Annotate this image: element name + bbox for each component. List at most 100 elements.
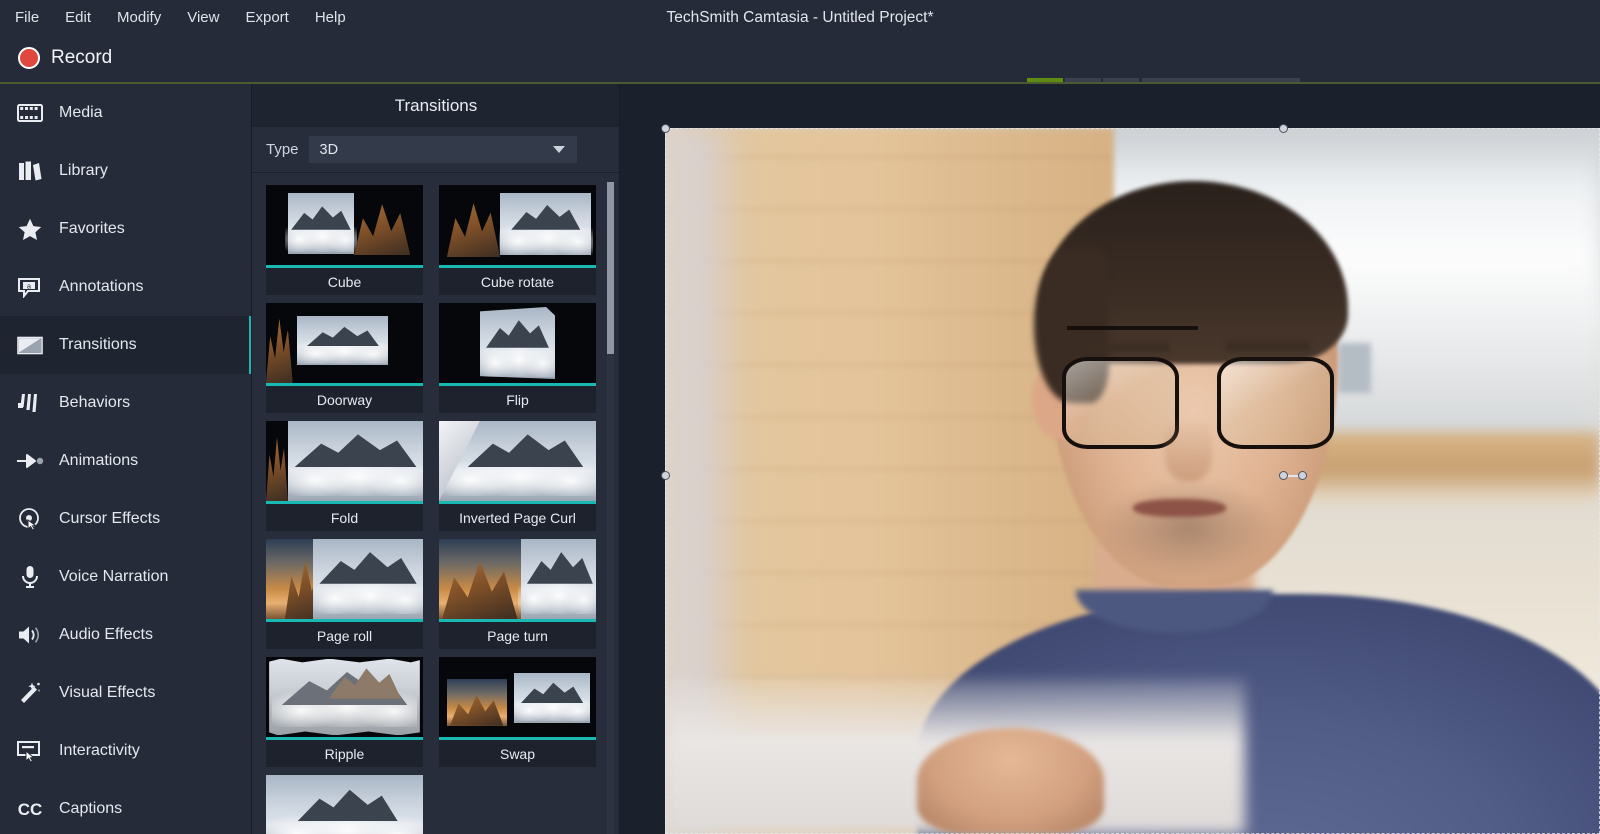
chevron-down-icon [552,146,565,153]
rotation-handle-outer[interactable] [1298,471,1307,480]
resize-handle-top-left[interactable] [661,124,670,133]
transition-thumbnail [266,539,423,619]
transition-thumbnail [266,421,423,501]
transition-tile-swap[interactable]: Swap [439,657,596,767]
sidebar-item-cursor-effects[interactable]: Cursor Effects [0,490,252,548]
sidebar-item-library[interactable]: Library [0,142,252,200]
transitions-scrollbar-thumb[interactable] [607,182,614,354]
transition-tile-flip[interactable]: Flip [439,303,596,413]
transition-thumbnail [266,303,423,383]
type-filter-label: Type [266,141,299,158]
sidebar-item-captions[interactable]: CC Captions [0,780,252,834]
sidebar-item-animations[interactable]: Animations [0,432,252,490]
video-preview[interactable] [665,128,1600,834]
glasses-lens-left [1062,357,1179,450]
magic-wand-icon [10,681,50,705]
transition-label: Cube [266,268,423,295]
transition-tile-cube-rotate[interactable]: Cube rotate [439,185,596,295]
microphone-icon [10,565,50,589]
sidebar-item-transitions[interactable]: Transitions [0,316,252,374]
menu-help[interactable]: Help [304,5,357,30]
books-icon [10,160,50,182]
speaker-icon [10,624,50,646]
menu-file[interactable]: File [4,5,50,30]
transition-label: Flip [439,386,596,413]
eyebrow-left [1085,342,1170,353]
record-circle-icon [18,47,40,69]
transition-label: Page turn [439,622,596,649]
menu-view[interactable]: View [176,5,230,30]
sidebar-item-audio-effects[interactable]: Audio Effects [0,606,252,664]
sidebar-item-behaviors[interactable]: Behaviors [0,374,252,432]
sidebar-item-label: Transitions [59,336,137,353]
sidebar-item-label: Audio Effects [59,626,153,643]
sidebar-item-label: Annotations [59,278,144,295]
cursor-target-icon [10,507,50,531]
sidebar: Media Library Favorites a Annotations Tr… [0,84,252,834]
type-filter-dropdown[interactable]: 3D [308,136,577,163]
menu-export[interactable]: Export [234,5,299,30]
glasses-bridge [1067,325,1198,331]
sidebar-item-label: Library [59,162,108,179]
transition-label: Cube rotate [439,268,596,295]
camtasia-window: TechSmith Camtasia - Untitled Project* F… [0,0,1600,834]
record-button[interactable]: Record [8,41,122,75]
type-filter-value: 3D [319,141,339,158]
transitions-grid-container: Cube Cube rotate Doorway Flip Fold Inver… [252,173,620,834]
transition-tile-page-roll[interactable]: Page roll [266,539,423,649]
sidebar-item-label: Behaviors [59,394,131,411]
interactivity-screen-icon [10,740,50,762]
mouth [1132,498,1226,517]
menu-edit[interactable]: Edit [54,5,102,30]
transition-label: Page roll [266,622,423,649]
transition-tile-fold[interactable]: Fold [266,421,423,531]
transition-thumbnail [439,657,596,737]
transitions-panel: Transitions Type 3D Cube Cube rotate Doo… [252,84,620,834]
sidebar-item-interactivity[interactable]: Interactivity [0,722,252,780]
transitions-grid: Cube Cube rotate Doorway Flip Fold Inver… [266,185,596,834]
preview-canvas[interactable] [620,84,1600,834]
menu-modify[interactable]: Modify [106,5,172,30]
transition-tile-cube[interactable]: Cube [266,185,423,295]
transition-thumbnail [266,775,423,834]
panel-header: Transitions [252,84,620,127]
transition-label: Inverted Page Curl [439,504,596,531]
sidebar-item-annotations[interactable]: a Annotations [0,258,252,316]
menu-item-list: File Edit Modify View Export Help [0,0,357,35]
resize-handle-middle-left[interactable] [661,471,670,480]
sidebar-item-voice-narration[interactable]: Voice Narration [0,548,252,606]
rotation-handle-inner[interactable] [1279,471,1288,480]
sidebar-item-label: Voice Narration [59,568,169,585]
sidebar-item-media[interactable]: Media [0,84,252,142]
transition-tile-doorway[interactable]: Doorway [266,303,423,413]
sidebar-item-favorites[interactable]: Favorites [0,200,252,258]
transition-label: Fold [266,504,423,531]
transition-label: Ripple [266,740,423,767]
svg-text:CC: CC [18,800,43,818]
sidebar-item-visual-effects[interactable]: Visual Effects [0,664,252,722]
transition-tile-ripple[interactable]: Ripple [266,657,423,767]
transitions-scrollbar[interactable] [607,182,614,834]
panel-title: Transitions [394,95,478,115]
transition-tile-inverted-page-curl[interactable]: Inverted Page Curl [439,421,596,531]
arrow-animation-icon [10,453,50,469]
eyebrow-right [1226,341,1311,352]
sidebar-item-label: Favorites [59,220,125,237]
resize-handle-top-center[interactable] [1279,124,1288,133]
film-strip-icon [10,103,50,123]
sidebar-item-label: Interactivity [59,742,140,759]
speech-bubble-a-icon: a [10,276,50,298]
record-label: Record [51,47,113,68]
menu-bar: TechSmith Camtasia - Untitled Project* F… [0,0,1600,35]
transition-thumbnail [266,657,423,737]
panel-filter-row: Type 3D [252,127,620,172]
transition-thumbnail [439,421,596,501]
transition-thumbnail [439,185,596,265]
transition-tile-partial[interactable] [266,775,423,834]
sidebar-item-label: Captions [59,800,123,817]
glasses-lens-right [1216,357,1334,450]
transition-tile-page-turn[interactable]: Page turn [439,539,596,649]
transition-thumbnail [439,539,596,619]
star-icon [10,218,50,241]
transition-label: Doorway [266,386,423,413]
